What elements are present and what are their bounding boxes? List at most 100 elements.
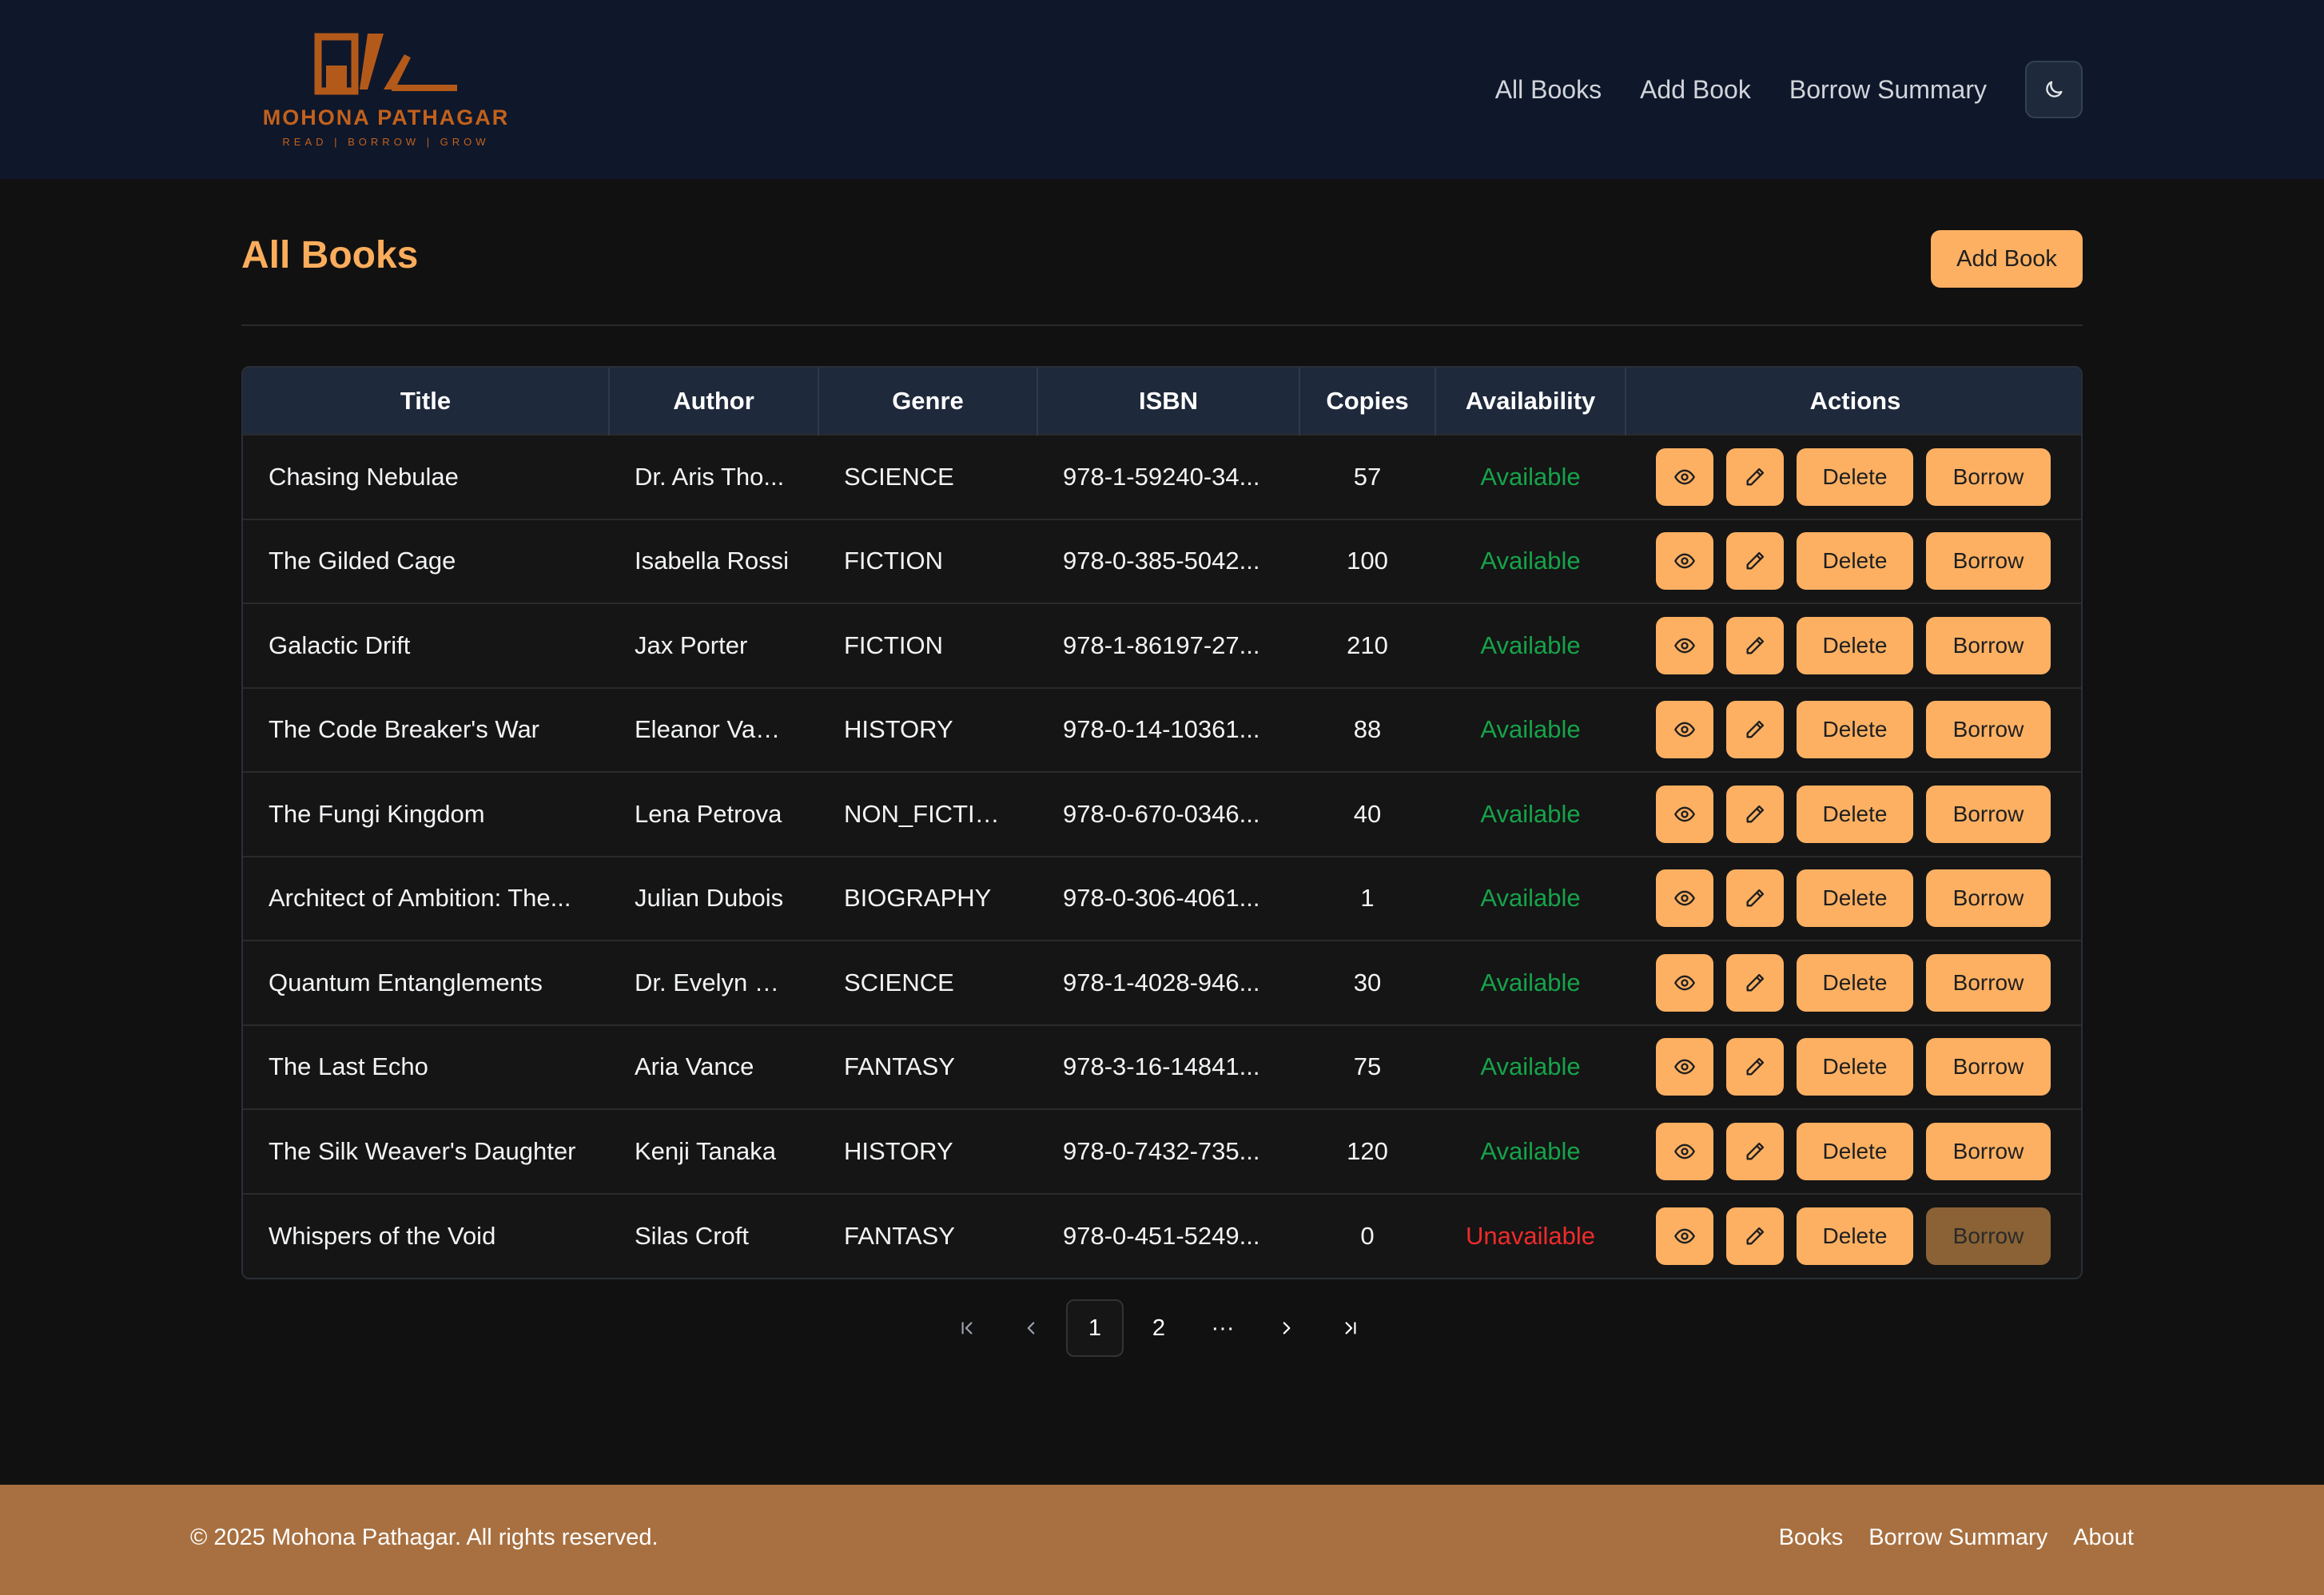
view-book-button[interactable] xyxy=(1656,1038,1713,1096)
view-book-button[interactable] xyxy=(1656,532,1713,591)
borrow-book-button[interactable]: Borrow xyxy=(1926,953,2051,1012)
pencil-icon xyxy=(1746,467,1765,486)
book-title: The Gilded Cage xyxy=(269,547,456,575)
table-row: The Gilded Cage Isabella Rossi FICTION 978-… xyxy=(243,519,2081,603)
borrow-book-button[interactable]: Borrow xyxy=(1926,532,2051,591)
book-isbn: 978-1-59240-34... xyxy=(1063,462,1260,491)
delete-book-button[interactable]: Delete xyxy=(1797,616,1913,674)
book-isbn: 978-0-670-0346... xyxy=(1063,799,1260,828)
book-copies: 1 xyxy=(1360,884,1375,913)
book-genre: SCIENCE xyxy=(844,462,954,491)
table-header-row: Title Author Genre ISBN Copies Availabil… xyxy=(243,368,2081,435)
page-button-1[interactable]: 1 xyxy=(1066,1299,1124,1357)
availability-status: Available xyxy=(1480,462,1581,491)
view-book-button[interactable] xyxy=(1656,953,1713,1012)
view-book-button[interactable] xyxy=(1656,1207,1713,1265)
borrow-book-button[interactable]: Borrow xyxy=(1926,701,2051,759)
borrow-book-button[interactable]: Borrow xyxy=(1926,447,2051,506)
theme-toggle-button[interactable] xyxy=(2025,61,2083,118)
delete-book-button[interactable]: Delete xyxy=(1797,1122,1913,1180)
eye-icon xyxy=(1674,553,1695,569)
book-copies: 40 xyxy=(1353,799,1382,828)
edit-book-button[interactable] xyxy=(1726,1207,1784,1265)
pencil-icon xyxy=(1746,973,1765,992)
delete-book-button[interactable]: Delete xyxy=(1797,785,1913,843)
eye-icon xyxy=(1674,1059,1695,1075)
row-actions: Delete Borrow xyxy=(1626,857,2081,941)
book-author: Jax Porter xyxy=(635,630,748,659)
delete-book-button[interactable]: Delete xyxy=(1797,532,1913,591)
divider xyxy=(241,324,2083,326)
availability-status: Available xyxy=(1480,1136,1581,1165)
copyright-text: © 2025 Mohona Pathagar. All rights reser… xyxy=(190,1525,659,1550)
edit-book-button[interactable] xyxy=(1726,953,1784,1012)
row-actions: Delete Borrow xyxy=(1626,941,2081,1025)
delete-book-button[interactable]: Delete xyxy=(1797,447,1913,506)
row-actions: Delete Borrow xyxy=(1626,435,2081,519)
brand-logo[interactable]: MOHONA PATHAGAR READ | BORROW | GROW xyxy=(248,32,524,152)
eye-icon xyxy=(1674,469,1695,485)
book-copies: 100 xyxy=(1347,547,1388,575)
edit-book-button[interactable] xyxy=(1726,447,1784,506)
top-navbar: MOHONA PATHAGAR READ | BORROW | GROW All… xyxy=(0,0,2324,179)
view-book-button[interactable] xyxy=(1656,869,1713,928)
column-header-isbn[interactable]: ISBN xyxy=(1037,368,1300,435)
delete-book-button[interactable]: Delete xyxy=(1797,869,1913,928)
borrow-book-button[interactable]: Borrow xyxy=(1926,869,2051,928)
column-header-author[interactable]: Author xyxy=(609,368,819,435)
view-book-button[interactable] xyxy=(1656,616,1713,674)
book-author: Kenji Tanaka xyxy=(635,1136,776,1165)
view-book-button[interactable] xyxy=(1656,1122,1713,1180)
nav-add-book[interactable]: Add Book xyxy=(1640,75,1751,105)
column-header-title[interactable]: Title xyxy=(243,368,610,435)
delete-book-button[interactable]: Delete xyxy=(1797,1038,1913,1096)
edit-book-button[interactable] xyxy=(1726,616,1784,674)
pencil-icon xyxy=(1746,1058,1765,1076)
view-book-button[interactable] xyxy=(1656,447,1713,506)
last-page-button[interactable] xyxy=(1322,1299,1379,1357)
delete-book-button[interactable]: Delete xyxy=(1797,701,1913,759)
borrow-book-button[interactable]: Borrow xyxy=(1926,785,2051,843)
edit-book-button[interactable] xyxy=(1726,1122,1784,1180)
footer-link-books[interactable]: Books xyxy=(1779,1525,1844,1551)
book-genre: FANTASY xyxy=(844,1052,955,1081)
delete-book-button[interactable]: Delete xyxy=(1797,953,1913,1012)
edit-book-button[interactable] xyxy=(1726,785,1784,843)
book-title: The Silk Weaver's Daughter xyxy=(269,1136,576,1165)
chevrons-last-icon xyxy=(1345,1322,1356,1334)
footer-link-borrow-summary[interactable]: Borrow Summary xyxy=(1868,1525,2047,1551)
edit-book-button[interactable] xyxy=(1726,869,1784,928)
edit-book-button[interactable] xyxy=(1726,701,1784,759)
edit-book-button[interactable] xyxy=(1726,1038,1784,1096)
column-header-copies[interactable]: Copies xyxy=(1299,368,1436,435)
chevrons-first-icon xyxy=(961,1322,973,1334)
delete-book-button[interactable]: Delete xyxy=(1797,1207,1913,1265)
footer-links: Books Borrow Summary About xyxy=(1779,1525,2134,1551)
nav-borrow-summary[interactable]: Borrow Summary xyxy=(1789,75,1987,105)
book-title: Chasing Nebulae xyxy=(269,462,459,491)
view-book-button[interactable] xyxy=(1656,785,1713,843)
column-header-genre[interactable]: Genre xyxy=(818,368,1038,435)
availability-status: Available xyxy=(1480,884,1581,913)
page-button-2[interactable]: 2 xyxy=(1130,1299,1188,1357)
row-actions: Delete Borrow xyxy=(1626,1109,2081,1194)
column-header-availability[interactable]: Availability xyxy=(1435,368,1626,435)
borrow-book-button[interactable]: Borrow xyxy=(1926,1038,2051,1096)
edit-book-button[interactable] xyxy=(1726,532,1784,591)
brand-name: MOHONA PATHAGAR xyxy=(262,105,510,129)
eye-icon xyxy=(1674,1144,1695,1159)
eye-icon xyxy=(1674,806,1695,822)
first-page-button[interactable] xyxy=(938,1299,996,1357)
borrow-book-button[interactable]: Borrow xyxy=(1926,616,2051,674)
table-row: Architect of Ambition: The... Julian Dubo… xyxy=(243,856,2081,941)
add-book-button[interactable]: Add Book xyxy=(1931,230,2083,288)
prev-page-button[interactable] xyxy=(1002,1299,1060,1357)
borrow-book-button[interactable]: Borrow xyxy=(1926,1122,2051,1180)
availability-status: Available xyxy=(1480,1052,1581,1081)
footer-link-about[interactable]: About xyxy=(2073,1525,2134,1551)
view-book-button[interactable] xyxy=(1656,701,1713,759)
availability-status: Unavailable xyxy=(1466,1221,1595,1250)
nav-all-books[interactable]: All Books xyxy=(1495,75,1602,105)
next-page-button[interactable] xyxy=(1258,1299,1315,1357)
book-author: Silas Croft xyxy=(635,1221,749,1250)
